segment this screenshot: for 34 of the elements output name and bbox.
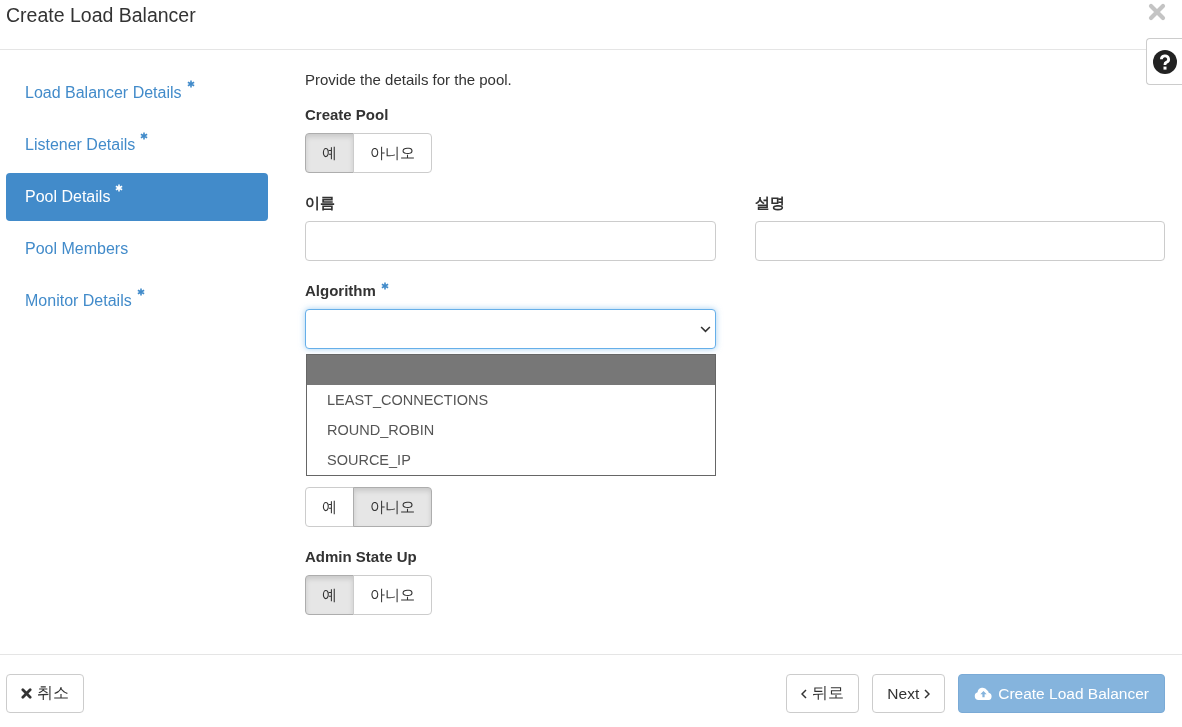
dialog-title: Create Load Balancer — [5, 3, 197, 27]
field-label: Admin State Up — [305, 547, 417, 567]
close-button[interactable] — [1148, 3, 1166, 21]
toggle-option[interactable]: 아니오 — [353, 133, 432, 173]
toggle-option[interactable]: 예 — [305, 133, 354, 173]
field-label: 이름 — [305, 193, 335, 213]
toggle-option[interactable]: 아니오 — [353, 487, 432, 527]
chevron-right-icon — [924, 688, 931, 699]
x-icon — [21, 688, 32, 699]
sidebar-tab[interactable]: Pool Members — [6, 225, 268, 273]
field-label: Algorithm — [305, 281, 376, 301]
caret-icon — [699, 325, 711, 333]
toggle-option[interactable]: 아니오 — [353, 575, 432, 615]
toggle-option[interactable]: 예 — [305, 575, 354, 615]
help-button[interactable] — [1146, 38, 1182, 85]
close-icon — [1148, 3, 1166, 21]
back-button[interactable]: 뒤로 — [786, 674, 860, 713]
sidebar-tab[interactable]: Pool Details — [6, 173, 268, 221]
sidebar-tab[interactable]: Load Balancer Details — [6, 69, 268, 117]
intro-text: Provide the details for the pool. — [305, 70, 512, 90]
chevron-left-icon — [801, 688, 808, 699]
input-field[interactable] — [754, 221, 1165, 261]
field-label: Create Pool — [305, 105, 389, 125]
input-field[interactable] — [305, 221, 716, 261]
toggle-option[interactable]: 예 — [305, 487, 354, 527]
sidebar-tab[interactable]: Listener Details — [6, 121, 268, 169]
field-label: 설명 — [754, 193, 785, 213]
dropdown-option[interactable] — [307, 355, 715, 385]
select-field[interactable] — [305, 309, 716, 349]
cancel-button[interactable]: 취소 — [6, 674, 84, 713]
sidebar-tab[interactable]: Monitor Details — [6, 277, 268, 325]
next-button[interactable]: Next — [872, 674, 946, 713]
help-icon — [1152, 49, 1177, 74]
cloud-upload-icon — [974, 687, 994, 700]
